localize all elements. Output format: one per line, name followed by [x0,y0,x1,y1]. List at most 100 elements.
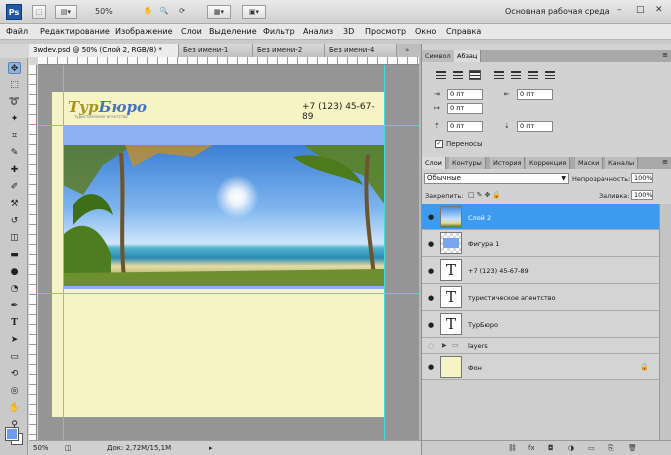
hyphenation-checkbox[interactable]: ✓ [435,140,443,148]
type-tool-icon[interactable]: T [8,317,21,329]
dodge-tool-icon[interactable]: ◔ [8,283,21,295]
tab-layers[interactable]: Слои [422,157,446,169]
eraser-tool-icon[interactable]: ◫ [8,232,21,244]
more-tabs-icon[interactable]: » [405,46,409,54]
justify-last-center-icon[interactable] [511,71,521,79]
status-export-icon[interactable]: ◫ [65,444,72,452]
new-group-icon[interactable]: ▭ [588,444,595,452]
view-extras-icon[interactable]: ▤▾ [55,5,77,19]
menu-select[interactable]: Выделение [209,27,257,36]
indent-right-field[interactable]: 0 пт [517,89,553,100]
eye-icon[interactable]: ○ [426,342,436,350]
indent-first-line-field[interactable]: 0 пт [447,103,483,114]
vertical-ruler[interactable] [29,65,37,440]
horizontal-ruler[interactable] [38,57,419,65]
justify-last-left-icon[interactable] [494,71,504,79]
fill-field[interactable]: 100% [631,190,653,200]
indent-left-field[interactable]: 0 пт [447,89,483,100]
move-tool-icon[interactable]: ✥ [8,62,21,74]
tab-paths[interactable]: Контуры [449,157,486,169]
add-mask-icon[interactable]: ◘ [548,444,554,452]
close-icon[interactable]: ✕ [655,5,663,15]
guide-vertical[interactable] [63,65,64,440]
opacity-field[interactable]: 100% [631,173,653,183]
history-brush-icon[interactable]: ↺ [8,215,21,227]
menu-analysis[interactable]: Анализ [303,27,333,36]
space-before-field[interactable]: 0 пт [447,121,483,132]
3d-rotate-icon[interactable]: ⟲ [8,368,21,380]
layer-row-phone[interactable]: ● T +7 (123) 45-67-89 [422,257,659,284]
layer-style-icon[interactable]: fx [528,444,535,452]
blur-tool-icon[interactable]: ● [8,266,21,278]
blend-mode-select[interactable]: Обычные ▼ [424,173,569,184]
menu-file[interactable]: Файл [6,27,28,36]
guide-vertical[interactable] [384,65,385,440]
lasso-tool-icon[interactable]: ➰ [8,96,21,108]
tab-character[interactable]: Символ [422,50,455,62]
delete-layer-icon[interactable]: 🗑 [628,444,637,452]
tab-paragraph[interactable]: Абзац [454,50,482,62]
expand-triangle-icon[interactable]: ▶ [442,342,447,349]
guide-horizontal[interactable] [38,125,419,126]
layers-menu-icon[interactable]: ≡ [662,158,668,166]
eye-icon[interactable]: ● [426,267,436,275]
maximize-icon[interactable]: □ [636,5,645,15]
new-layer-icon[interactable]: ⎘ [608,444,614,453]
layer-row-tagline[interactable]: ● T туристическое агентство [422,284,659,311]
tab-untitled-2[interactable]: Без имени-2 [253,44,325,57]
menu-help[interactable]: Справка [446,27,481,36]
tab-masks[interactable]: Маски [575,157,604,169]
menu-3d[interactable]: 3D [343,27,354,36]
menu-layers[interactable]: Слои [181,27,202,36]
pen-tool-icon[interactable]: ✒ [8,300,21,312]
zoom-level-dropdown[interactable]: 50% [95,7,113,16]
brush-tool-icon[interactable]: ✐ [8,181,21,193]
3d-orbit-icon[interactable]: ◎ [8,385,21,397]
gradient-tool-icon[interactable]: ▬ [8,249,21,261]
workspace-switcher[interactable]: Основная рабочая среда [505,7,610,16]
status-menu-icon[interactable]: ▸ [209,444,213,452]
minimize-icon[interactable]: – [617,5,622,15]
align-center-icon[interactable] [453,71,463,79]
layer-group-layers[interactable]: ○ ▶ ▭ layers [422,338,659,354]
justify-last-right-icon[interactable] [528,71,538,79]
tab-3wdev[interactable]: 3wdev.psd @ 50% (Слой 2, RGB/8) * [29,44,179,57]
panel-menu-icon[interactable]: ≡ [662,51,668,59]
eye-icon[interactable]: ● [426,363,436,371]
tab-channels[interactable]: Каналы [605,157,639,169]
justify-all-icon[interactable] [545,71,555,79]
menu-image[interactable]: Изображение [115,27,173,36]
tab-history[interactable]: История [490,157,526,169]
screen-mode-icon[interactable]: ▣▾ [242,5,266,19]
eye-icon[interactable]: ● [426,240,436,248]
adjustment-layer-icon[interactable]: ◑ [568,444,574,452]
link-layers-icon[interactable]: ⛓ [508,444,517,452]
align-right-icon[interactable] [469,70,481,80]
eyedropper-tool-icon[interactable]: ✎ [8,147,21,159]
rotate-view-icon[interactable]: ⟳ [176,5,188,19]
marquee-tool-icon[interactable]: ⬚ [8,79,21,91]
document-page[interactable]: ТурБюро туристическое агентство +7 (123)… [52,92,385,417]
eye-icon[interactable]: ● [426,294,436,302]
bridge-icon[interactable]: ⬚ [32,5,46,19]
tab-adjustments[interactable]: Коррекция [526,157,571,169]
tab-untitled-1[interactable]: Без имени-1 [179,44,253,57]
space-after-field[interactable]: 0 пт [517,121,553,132]
magic-wand-icon[interactable]: ✦ [8,113,21,125]
menu-window[interactable]: Окно [415,27,436,36]
layer-row-sloy-2[interactable]: ● Слой 2 [422,204,659,230]
crop-tool-icon[interactable]: ⌗ [8,130,21,142]
lock-options-icons[interactable]: □✎✥🔒 [468,191,503,199]
clone-stamp-icon[interactable]: ⚒ [8,198,21,210]
path-selection-icon[interactable]: ➤ [8,334,21,346]
eye-icon[interactable]: ● [426,321,436,329]
menu-view[interactable]: Просмотр [365,27,406,36]
tab-untitled-4[interactable]: Без имени-4 [325,44,397,57]
hand-tool-icon[interactable]: ✋ [142,5,154,19]
menu-edit[interactable]: Редактирование [40,27,110,36]
align-left-icon[interactable] [436,71,446,79]
zoom-tool-icon[interactable]: 🔍 [158,5,170,19]
status-zoom[interactable]: 50% [33,444,49,452]
arrange-documents-icon[interactable]: ▦▾ [207,5,231,19]
layer-row-fon[interactable]: ● Фон 🔒 [422,354,659,380]
